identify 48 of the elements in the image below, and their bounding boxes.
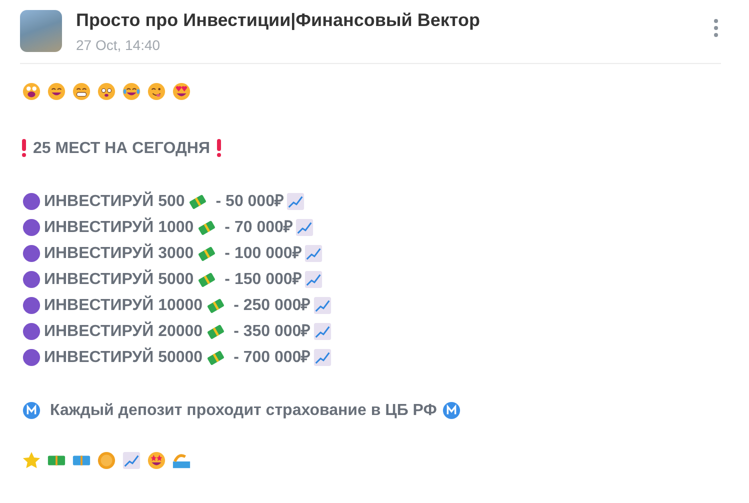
bullet-circle-icon xyxy=(22,322,41,340)
offer-payout: - 150 000₽ xyxy=(224,270,302,288)
winking-tongue-face-icon xyxy=(147,82,166,100)
chart-up-icon xyxy=(122,450,141,470)
chart-up-icon xyxy=(295,218,314,236)
chart-up-icon xyxy=(304,244,324,262)
heading-text: 25 МЕСТ НА СЕГОДНЯ xyxy=(33,138,210,158)
offer-payout: - 350 000₽ xyxy=(234,322,310,340)
beaming-face-icon xyxy=(72,82,91,100)
bullet-circle-icon xyxy=(22,270,41,288)
offer-stake: ИНВЕСТИРУЙ 500 xyxy=(44,192,185,210)
offer-payout: - 250 000₽ xyxy=(234,296,310,314)
m-circle-icon xyxy=(22,400,41,420)
m-circle-icon xyxy=(442,400,461,420)
bullet-circle-icon xyxy=(22,192,41,210)
offer-stake: ИНВЕСТИРУЙ 3000 xyxy=(44,244,194,262)
exclamation-icon xyxy=(216,139,221,157)
offer-stake: ИНВЕСТИРУЙ 20000 xyxy=(44,322,203,340)
grinning-face-icon xyxy=(22,82,41,100)
chart-up-icon xyxy=(304,270,324,288)
coin-icon xyxy=(97,450,116,470)
notice-text: Каждый депозит проходит страхование в ЦБ РФ xyxy=(50,400,437,420)
chart-up-icon xyxy=(286,192,306,210)
offer-payout: - 700 000₽ xyxy=(234,348,310,366)
offer-stake: ИНВЕСТИРУЙ 1000 xyxy=(44,218,194,236)
chart-up-icon xyxy=(313,322,332,340)
laughing-face-icon xyxy=(122,82,141,100)
bullet-circle-icon xyxy=(22,244,41,262)
star-icon xyxy=(22,450,41,470)
star-eyes-face-icon xyxy=(147,450,166,470)
post-time: 27 Oct, 14:40 xyxy=(76,37,162,53)
more-options-icon[interactable] xyxy=(713,18,719,38)
bullet-circle-icon xyxy=(22,296,41,314)
chart-up-icon xyxy=(313,348,332,366)
chart-up-icon xyxy=(313,296,332,314)
offer-payout: - 70 000₽ xyxy=(224,218,292,236)
bullet-circle-icon xyxy=(22,218,41,236)
bullet-circle-icon xyxy=(22,348,41,366)
offer-stake: ИНВЕСТИРУЙ 10000 xyxy=(44,296,203,314)
smiling-face-icon xyxy=(47,82,66,100)
heart-eyes-face-icon xyxy=(172,82,191,100)
offer-payout: - 100 000₽ xyxy=(224,244,302,262)
offer-payout: - 50 000₽ xyxy=(216,192,284,210)
offer-stake: ИНВЕСТИРУЙ 5000 xyxy=(44,270,194,288)
offer-stake: ИНВЕСТИРУЙ 50000 xyxy=(44,348,203,366)
avatar-photo-placeholder xyxy=(20,10,62,52)
channel-title: Просто про Инвестиции|Финансовый Вектор xyxy=(76,10,481,31)
exclamation-icon xyxy=(22,139,26,157)
